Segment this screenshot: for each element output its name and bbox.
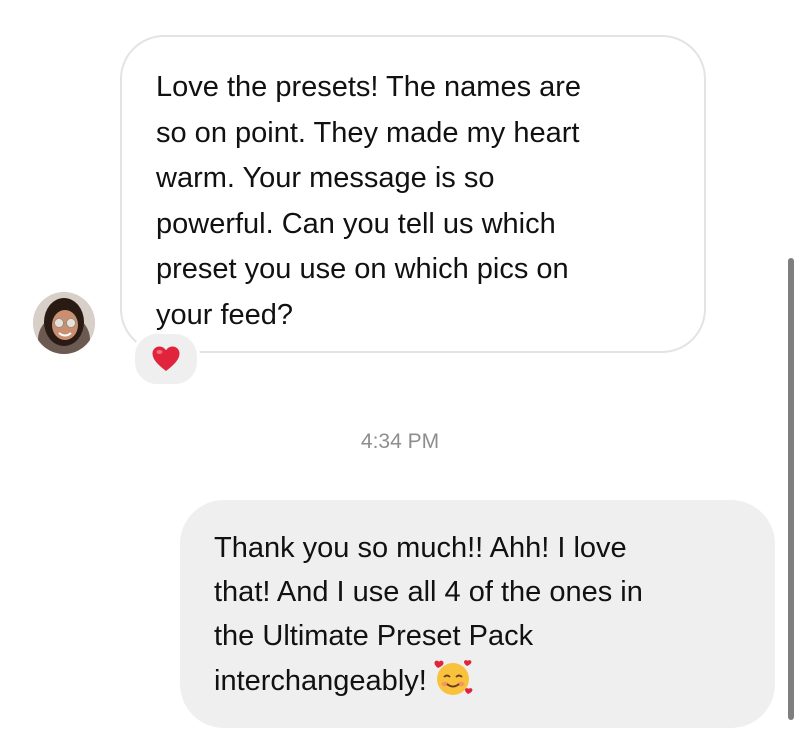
red-heart-icon [152,346,180,371]
outgoing-message-text: Thank you so much!! Ahh! I love that! An… [214,532,643,697]
incoming-message-bubble[interactable]: Love the presets! The names are so on po… [120,35,706,353]
message-reaction[interactable] [132,331,200,387]
message-thread: Love the presets! The names are so on po… [0,0,800,745]
smiling-face-with-hearts-icon [433,658,473,698]
scrollbar[interactable] [788,258,794,720]
profile-photo-icon [33,292,95,354]
incoming-message-text: Love the presets! The names are so on po… [156,71,582,331]
outgoing-message-bubble[interactable]: Thank you so much!! Ahh! I love that! An… [180,500,775,728]
sender-avatar[interactable] [33,292,95,354]
message-timestamp: 4:34 PM [360,430,440,453]
